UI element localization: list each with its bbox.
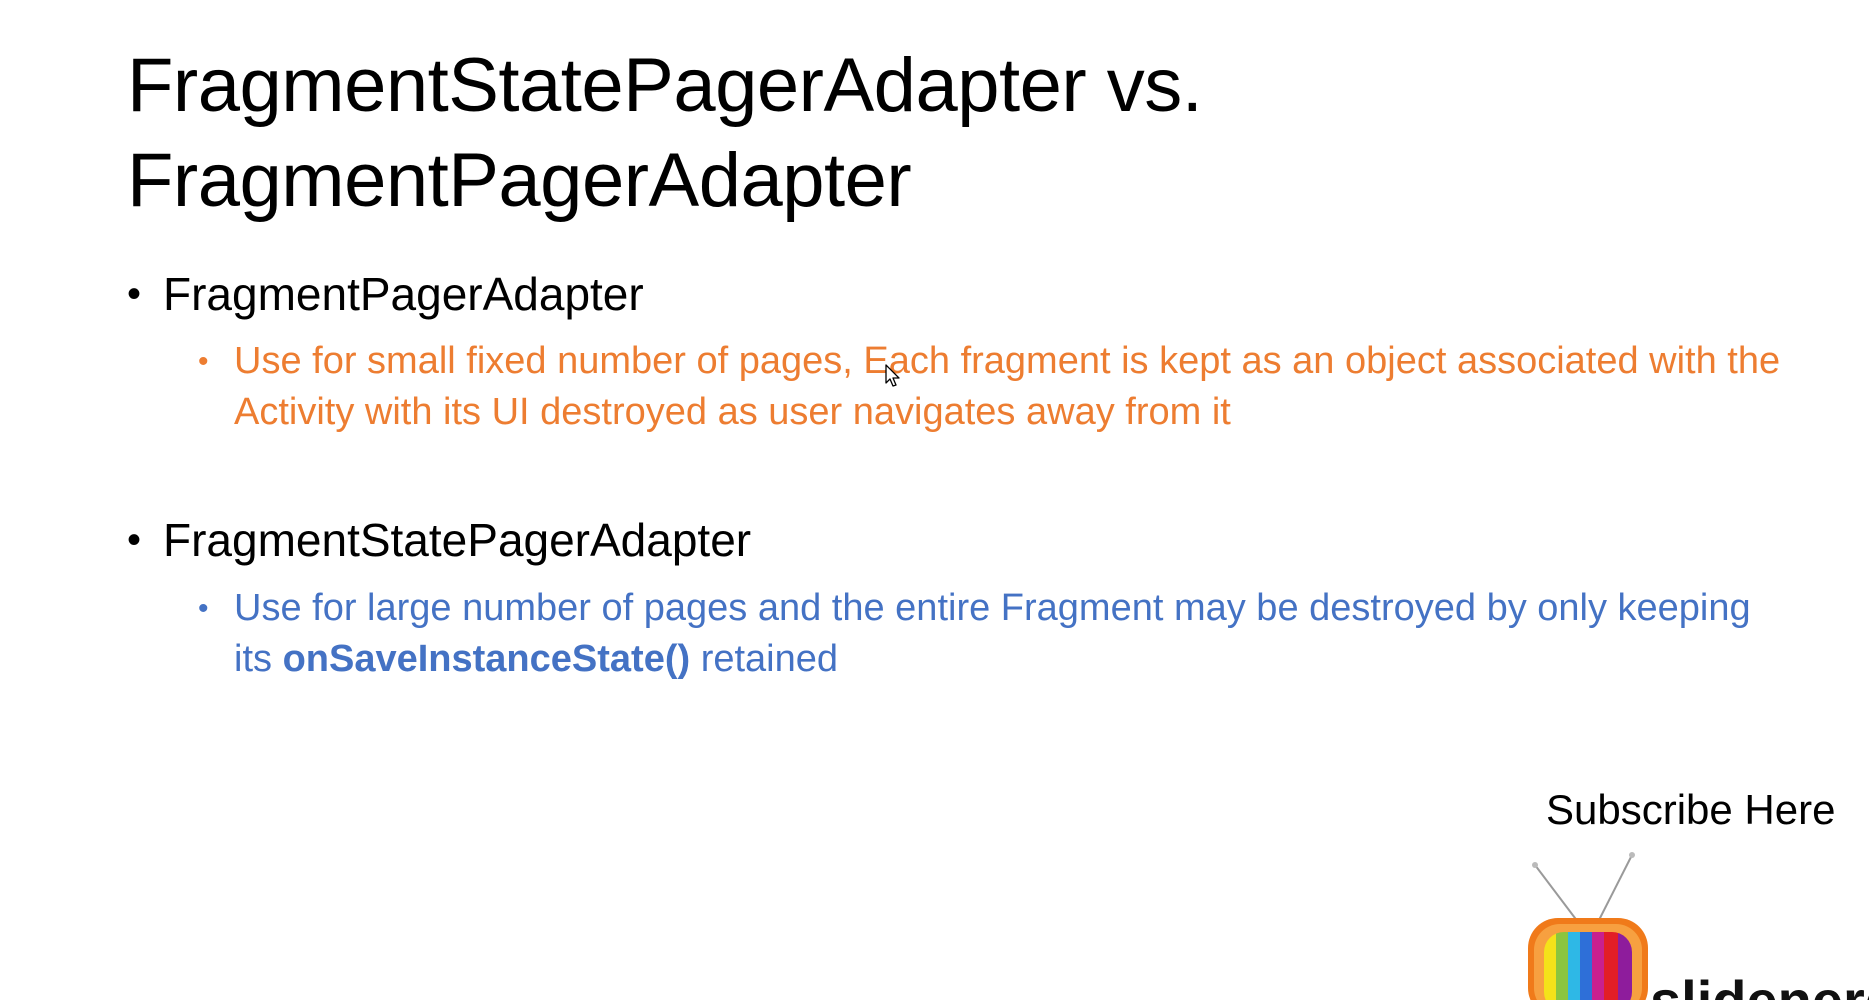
bullet-label: FragmentStatePagerAdapter — [163, 514, 752, 566]
presentation-slide: FragmentStatePagerAdapter vs. FragmentPa… — [0, 0, 1869, 1000]
mouse-pointer-icon — [885, 364, 900, 387]
slide-title-line-1: FragmentStatePagerAdapter vs. — [127, 43, 1203, 128]
bullet-dot: • — [127, 518, 142, 562]
sub-bullet-text-after: retained — [690, 638, 839, 680]
sub-bullet-fragment-state-pager-adapter: • Use for large number of pages and the … — [198, 583, 1794, 685]
sub-bullet-dot: • — [198, 592, 209, 625]
sub-bullet-fragment-pager-adapter: • Use for small fixed number of pages, E… — [198, 336, 1794, 438]
bullet-dot: • — [127, 272, 142, 316]
sub-bullet-method-name: onSaveInstanceState() — [282, 638, 691, 680]
slidenerd-logo[interactable]: slidenerd — [1520, 850, 1869, 1000]
slidenerd-logo-text: slidenerd — [1650, 968, 1869, 1000]
bullet-fragment-state-pager-adapter: • FragmentStatePagerAdapter — [127, 512, 751, 568]
subscribe-here-text[interactable]: Subscribe Here — [1546, 784, 1835, 836]
slide-title: FragmentStatePagerAdapter vs. FragmentPa… — [127, 38, 1203, 228]
slide-title-line-2: FragmentPagerAdapter — [127, 138, 912, 223]
sub-bullet-text: Use for large number of pages and the en… — [234, 583, 1794, 685]
bullet-fragment-pager-adapter: • FragmentPagerAdapter — [127, 266, 644, 322]
sub-bullet-text: Use for small fixed number of pages, Eac… — [234, 340, 1781, 433]
bullet-label: FragmentPagerAdapter — [163, 268, 644, 320]
sub-bullet-dot: • — [198, 345, 209, 378]
